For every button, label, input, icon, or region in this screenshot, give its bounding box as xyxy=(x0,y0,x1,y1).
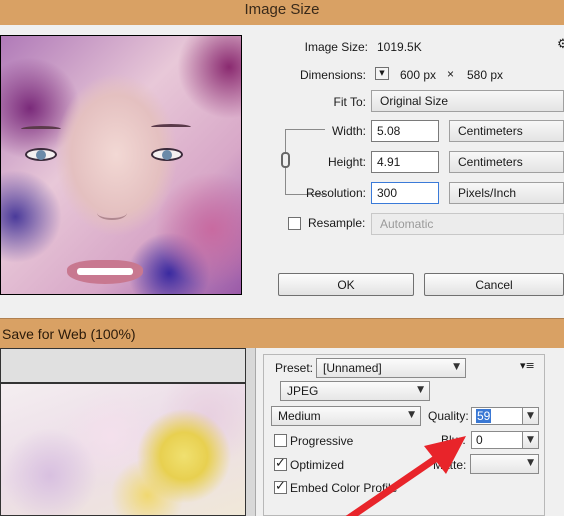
annotation-arrow xyxy=(345,436,466,516)
annotation-arrow-shaft xyxy=(345,453,442,516)
annotation-arrow-head xyxy=(424,436,466,474)
